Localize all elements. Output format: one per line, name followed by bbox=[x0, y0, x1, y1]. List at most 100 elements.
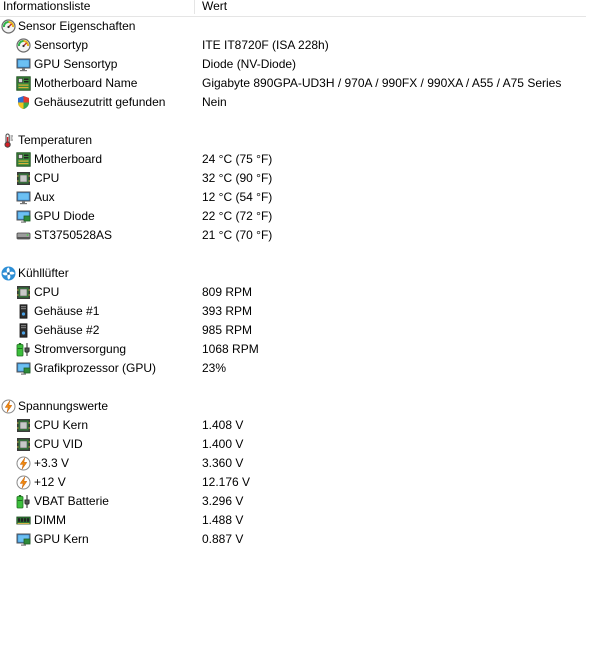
cpu-chip-icon bbox=[16, 285, 31, 300]
item-value: Gigabyte 890GPA-UD3H / 970A / 990FX / 99… bbox=[202, 76, 562, 90]
list-item[interactable]: DIMM 1.488 V bbox=[0, 511, 586, 530]
monitor-icon bbox=[16, 57, 31, 72]
list-item[interactable]: Aux 12 °C (54 °F) bbox=[0, 188, 586, 207]
pc-case-icon bbox=[16, 323, 31, 338]
item-label: CPU Kern bbox=[34, 418, 89, 432]
list-item[interactable]: +3.3 V 3.360 V bbox=[0, 454, 586, 473]
pc-case-icon bbox=[16, 304, 31, 319]
item-label: ST3750528AS bbox=[34, 228, 113, 242]
list-item[interactable]: VBAT Batterie 3.296 V bbox=[0, 492, 586, 511]
item-value: 3.296 V bbox=[202, 494, 244, 508]
battery-plug-icon bbox=[16, 342, 31, 357]
item-value: 22 °C (72 °F) bbox=[202, 209, 273, 223]
item-value: 1.408 V bbox=[202, 418, 244, 432]
group-header[interactable]: Kühllüfter bbox=[0, 264, 586, 283]
ram-module-icon bbox=[16, 513, 31, 528]
item-value: 24 °C (75 °F) bbox=[202, 152, 273, 166]
list-item[interactable]: Gehäuse #2 985 RPM bbox=[0, 321, 586, 340]
list-item[interactable]: GPU Diode 22 °C (72 °F) bbox=[0, 207, 586, 226]
item-label: Motherboard Name bbox=[34, 76, 138, 90]
column-header-name[interactable]: Informationsliste bbox=[0, 0, 195, 14]
item-value: ITE IT8720F (ISA 228h) bbox=[202, 38, 329, 52]
item-label: +3.3 V bbox=[34, 456, 70, 470]
item-value: 809 RPM bbox=[202, 285, 253, 299]
item-label: VBAT Batterie bbox=[34, 494, 109, 508]
hard-drive-icon bbox=[16, 228, 31, 243]
item-label: CPU bbox=[34, 285, 60, 299]
list-item[interactable]: Sensortyp ITE IT8720F (ISA 228h) bbox=[0, 36, 586, 55]
item-label: Gehäuse #1 bbox=[34, 304, 100, 318]
item-label: CPU VID bbox=[34, 437, 83, 451]
item-label: CPU bbox=[34, 171, 60, 185]
group-title: Spannungswerte bbox=[18, 399, 109, 413]
group-header[interactable]: Temperaturen bbox=[0, 131, 586, 150]
list-header: Informationsliste Wert bbox=[0, 0, 586, 17]
list-item[interactable]: Gehäuse #1 393 RPM bbox=[0, 302, 586, 321]
list-item[interactable]: CPU 32 °C (90 °F) bbox=[0, 169, 586, 188]
item-label: GPU Diode bbox=[34, 209, 95, 223]
list-item[interactable]: Motherboard Name Gigabyte 890GPA-UD3H / 9… bbox=[0, 74, 586, 93]
fan-icon bbox=[1, 266, 16, 281]
item-label: GPU Sensortyp bbox=[34, 57, 118, 71]
item-label: GPU Kern bbox=[34, 532, 89, 546]
cpu-chip-icon bbox=[16, 418, 31, 433]
list-item[interactable]: GPU Kern 0.887 V bbox=[0, 530, 586, 549]
item-value: 393 RPM bbox=[202, 304, 253, 318]
cpu-chip-icon bbox=[16, 171, 31, 186]
monitor-icon bbox=[16, 190, 31, 205]
gpu-monitor-icon bbox=[16, 209, 31, 224]
item-value: 12 °C (54 °F) bbox=[202, 190, 273, 204]
column-header-value[interactable]: Wert bbox=[196, 0, 586, 14]
list-item[interactable]: CPU Kern 1.408 V bbox=[0, 416, 586, 435]
item-label: Stromversorgung bbox=[34, 342, 127, 356]
sensor-gauge-icon bbox=[1, 19, 16, 34]
item-value: 23% bbox=[202, 361, 227, 375]
list-item[interactable]: Gehäusezutritt gefunden Nein bbox=[0, 93, 586, 112]
item-label: DIMM bbox=[34, 513, 66, 527]
voltage-bolt-icon bbox=[16, 456, 31, 471]
list-item[interactable]: Motherboard 24 °C (75 °F) bbox=[0, 150, 586, 169]
sensor-gauge-icon bbox=[16, 38, 31, 53]
item-label: +12 V bbox=[34, 475, 66, 489]
item-label: Motherboard bbox=[34, 152, 103, 166]
item-label: Gehäusezutritt gefunden bbox=[34, 95, 166, 109]
voltage-bolt-icon bbox=[16, 475, 31, 490]
item-value: Nein bbox=[202, 95, 227, 109]
thermometer-icon bbox=[1, 133, 16, 148]
gpu-monitor-icon bbox=[16, 532, 31, 547]
item-label: Aux bbox=[34, 190, 55, 204]
item-value: 3.360 V bbox=[202, 456, 244, 470]
item-value: 985 RPM bbox=[202, 323, 253, 337]
shield-icon bbox=[16, 95, 31, 110]
list-item[interactable]: CPU 809 RPM bbox=[0, 283, 586, 302]
gpu-monitor-icon bbox=[16, 361, 31, 376]
list-item[interactable]: GPU Sensortyp Diode (NV-Diode) bbox=[0, 55, 586, 74]
list-item[interactable]: ST3750528AS 21 °C (70 °F) bbox=[0, 226, 586, 245]
item-value: 0.887 V bbox=[202, 532, 244, 546]
sensor-list: Sensor Eigenschaften Sensortyp ITE IT8720F… bbox=[0, 17, 586, 549]
group-header[interactable]: Spannungswerte bbox=[0, 397, 586, 416]
item-value: 21 °C (70 °F) bbox=[202, 228, 273, 242]
item-value: 1068 RPM bbox=[202, 342, 259, 356]
group-header[interactable]: Sensor Eigenschaften bbox=[0, 17, 586, 36]
motherboard-icon bbox=[16, 152, 31, 167]
group-title: Sensor Eigenschaften bbox=[18, 19, 136, 33]
list-item[interactable]: Grafikprozessor (GPU) 23% bbox=[0, 359, 586, 378]
item-value: 32 °C (90 °F) bbox=[202, 171, 273, 185]
group-title: Temperaturen bbox=[18, 133, 93, 147]
item-label: Gehäuse #2 bbox=[34, 323, 100, 337]
list-item[interactable]: Stromversorgung 1068 RPM bbox=[0, 340, 586, 359]
motherboard-icon bbox=[16, 76, 31, 91]
voltage-bolt-icon bbox=[1, 399, 16, 414]
item-value: 12.176 V bbox=[202, 475, 251, 489]
battery-plug-icon bbox=[16, 494, 31, 509]
group-title: Kühllüfter bbox=[18, 266, 69, 280]
item-value: 1.488 V bbox=[202, 513, 244, 527]
item-value: Diode (NV-Diode) bbox=[202, 57, 297, 71]
list-item[interactable]: +12 V 12.176 V bbox=[0, 473, 586, 492]
list-item[interactable]: CPU VID 1.400 V bbox=[0, 435, 586, 454]
cpu-chip-icon bbox=[16, 437, 31, 452]
